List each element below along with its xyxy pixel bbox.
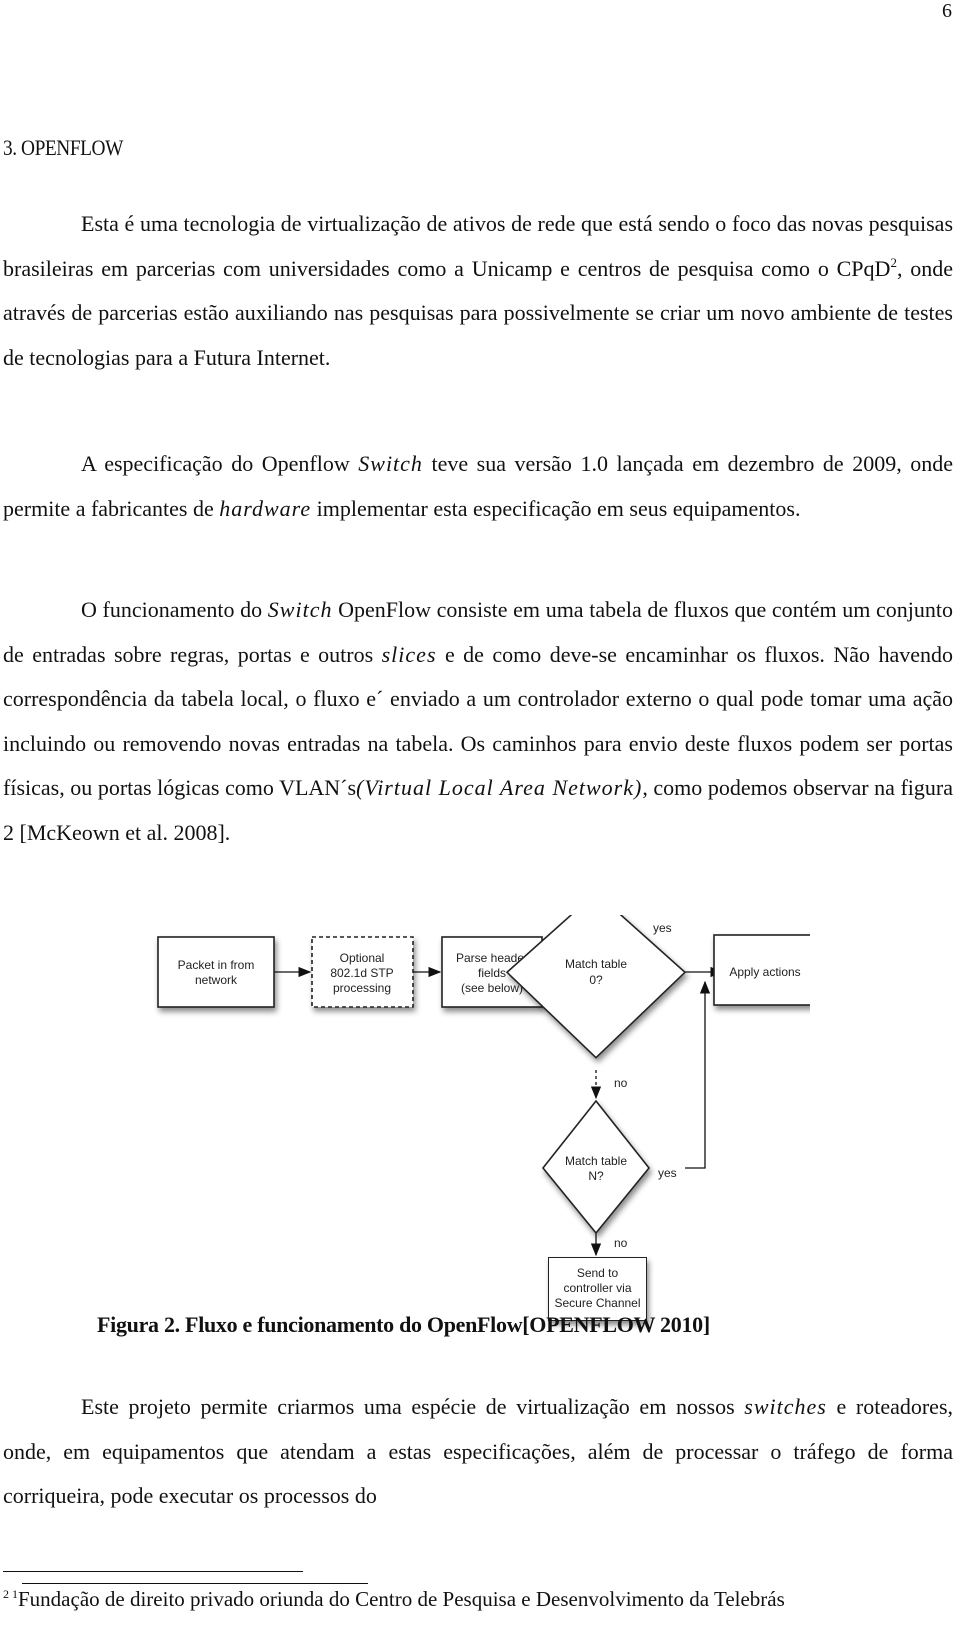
footnote-separator: [22, 1583, 368, 1584]
svg-text:802.1d STP: 802.1d STP: [330, 966, 393, 980]
paragraph-specification: A especificação do Openflow Switch teve …: [3, 442, 953, 531]
svg-text:Match table: Match table: [565, 957, 627, 971]
node-text: Secure Channel: [554, 1296, 641, 1310]
footnote-text: Fundação de direito privado oriunda do C…: [18, 1587, 785, 1611]
paragraph-project: Este projeto permite criarmos uma espéci…: [3, 1385, 953, 1519]
paragraph-text: Esta é uma tecnologia de virtualização d…: [3, 211, 953, 281]
paragraph-text: A especificação do Openflow: [81, 451, 359, 476]
paragraph-operation: O funcionamento do Switch OpenFlow consi…: [3, 588, 953, 855]
footnote-separator: [3, 1571, 303, 1572]
italic-term: switches: [744, 1394, 827, 1419]
node-text: Send to: [576, 1266, 619, 1280]
paragraph-text: Este projeto permite criarmos uma espéci…: [81, 1394, 745, 1419]
edge-label-yes: yes: [658, 1166, 677, 1180]
openflow-flow-diagram: Packet in from network Optional 802.1d S…: [150, 891, 818, 1321]
page-number: 6: [942, 0, 952, 22]
edge-label-no: no: [614, 1076, 628, 1090]
edge-label-no: no: [614, 1236, 628, 1250]
italic-term: (Virtual Local Area Network): [356, 775, 643, 800]
paragraph-text: implementar esta especificação em seus e…: [311, 495, 801, 521]
svg-text:processing: processing: [333, 981, 391, 995]
italic-term: slices: [381, 641, 437, 667]
edge-matchN-yes-to-apply: [685, 980, 711, 1169]
node-apply-actions: Apply actions: [713, 934, 818, 1006]
paragraph-intro: Esta é uma tecnologia de virtualização d…: [3, 202, 953, 380]
node-packet-in: Packet in from network: [157, 936, 275, 1008]
italic-term: Switch: [267, 597, 333, 622]
svg-text:fields: fields: [478, 966, 506, 980]
section-title: 3. OPENFLOW: [3, 135, 123, 160]
svg-text:Match table: Match table: [565, 1154, 627, 1168]
node-text: controller via: [563, 1281, 632, 1295]
svg-text:Optional: Optional: [340, 951, 385, 965]
italic-term: hardware: [219, 495, 312, 521]
paragraph-text: O funcionamento do: [81, 597, 268, 622]
node-match-table-n: Match table N?: [541, 1099, 651, 1235]
svg-text:N?: N?: [588, 1169, 604, 1183]
footnote-marker: 2 1: [3, 1587, 18, 1601]
svg-text:Apply actions: Apply actions: [729, 965, 800, 979]
node-stp-processing: Optional 802.1d STP processing: [311, 936, 414, 1008]
edge-label-yes: yes: [653, 921, 672, 935]
svg-text:Packet in from: Packet in from: [178, 958, 255, 972]
svg-text:(see below): (see below): [461, 981, 523, 995]
italic-term: Switch: [358, 451, 423, 476]
footnote: 2 1Fundação de direito privado oriunda d…: [3, 1586, 953, 1612]
svg-text:network: network: [195, 973, 238, 987]
svg-text:0?: 0?: [589, 973, 603, 987]
figure-caption: Figura 2. Fluxo e funcionamento do OpenF…: [97, 1312, 710, 1337]
